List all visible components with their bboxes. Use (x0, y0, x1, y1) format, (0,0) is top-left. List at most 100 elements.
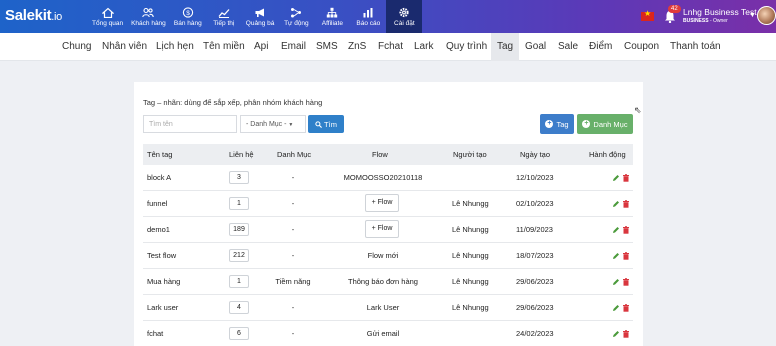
flow-name[interactable]: Gửi email (303, 321, 463, 346)
contact-count[interactable]: 1 (229, 275, 249, 288)
table-row: Lark user 4- Lark User Lê Nhungg 29/06/2023 (143, 295, 633, 321)
nav-item-3[interactable]: $ Bán hàng (170, 0, 206, 33)
trash-icon[interactable] (622, 225, 630, 234)
tab-14[interactable]: Sale (558, 33, 578, 61)
tag-name[interactable]: funnel (147, 191, 167, 216)
tag-name[interactable]: Lark user (147, 295, 178, 320)
tag-category: - (291, 199, 295, 208)
add-flow-button[interactable]: + Flow (365, 194, 399, 212)
flow-name[interactable]: Flow mới (303, 243, 463, 268)
edit-icon[interactable] (612, 174, 620, 182)
nav-item-9[interactable]: Cài đặt (386, 0, 423, 33)
plus-circle-icon: + (582, 120, 591, 128)
tag-name[interactable]: demo1 (147, 217, 170, 242)
dollar-icon: $ (181, 6, 195, 18)
account-name: Lnhg Business Test (683, 7, 757, 17)
contact-count[interactable]: 189 (229, 223, 249, 236)
tab-8[interactable]: ZnS (348, 33, 366, 61)
search-button[interactable]: Tìm (308, 115, 344, 133)
table-row: Mua hàng 1 Tiềm năng Thông báo đơn hàng Lê N… (143, 269, 633, 295)
tab-11[interactable]: Quy trình (446, 33, 487, 61)
created-date: 29/06/2023 (516, 277, 554, 286)
tab-4[interactable]: Tên miền (203, 33, 245, 61)
column-header: Danh Mục (277, 150, 312, 159)
trash-icon[interactable] (622, 173, 630, 182)
tab-15[interactable]: Điểm (589, 33, 612, 61)
edit-icon[interactable] (612, 304, 620, 312)
edit-icon[interactable] (612, 226, 620, 234)
tab-7[interactable]: SMS (316, 33, 338, 61)
edit-icon[interactable] (612, 200, 620, 208)
tab-12[interactable]: Tag (491, 33, 520, 61)
avatar[interactable] (757, 6, 776, 25)
nav-item-7[interactable]: Affiliate (314, 0, 350, 33)
nav-item-6[interactable]: Tự động (278, 0, 314, 33)
tab-9[interactable]: Fchat (378, 33, 403, 61)
flow-name[interactable]: MOMOOSSO20210118 (303, 165, 463, 190)
nav-item-label: Cài đặt (394, 20, 415, 27)
tab-13[interactable]: Goal (525, 33, 546, 61)
tag-name[interactable]: Mua hàng (147, 269, 180, 294)
chart-line-icon (217, 6, 231, 18)
row-actions (612, 295, 630, 320)
trash-icon[interactable] (622, 277, 630, 286)
tab-10[interactable]: Lark (414, 33, 433, 61)
tab-2[interactable]: Nhân viên (102, 33, 147, 61)
created-date: 29/06/2023 (516, 303, 554, 312)
row-actions (612, 217, 630, 242)
tag-name[interactable]: fchat (147, 321, 163, 346)
nav-item-8[interactable]: Báo cáo (350, 0, 386, 33)
vietnam-flag-icon[interactable] (641, 9, 654, 21)
flow-name[interactable]: Thông báo đơn hàng (303, 269, 463, 294)
search-input[interactable]: Tìm tên (143, 115, 237, 133)
nav-item-5[interactable]: Quảng bá (242, 0, 279, 33)
tab-1[interactable]: Chung (62, 33, 91, 61)
trash-icon[interactable] (622, 303, 630, 312)
tab-6[interactable]: Email (281, 33, 306, 61)
page-description: Tag – nhãn: dùng để sắp xếp, phân nhóm k… (143, 98, 323, 107)
contact-count[interactable]: 6 (229, 327, 249, 340)
creator: Lê Nhungg (452, 225, 489, 234)
creator: Lê Nhungg (452, 251, 489, 260)
tag-panel: Tag – nhãn: dùng để sắp xếp, phân nhóm k… (134, 82, 643, 346)
megaphone-icon (253, 6, 267, 18)
chevron-down-icon[interactable]: ▼ (749, 12, 756, 19)
salekit-logo[interactable]: Salekit.io (5, 7, 62, 24)
contact-count[interactable]: 1 (229, 197, 249, 210)
row-actions (612, 269, 630, 294)
trash-icon[interactable] (622, 251, 630, 260)
column-header: Flow (372, 150, 388, 159)
add-flow-button[interactable]: + Flow (365, 220, 399, 238)
add-category-button[interactable]: + Danh Mục (577, 114, 633, 134)
nav-item-1[interactable]: Tổng quan (88, 0, 127, 33)
table-row: Test flow 212- Flow mới Lê Nhungg 18/07/2023 (143, 243, 633, 269)
top-navbar: Salekit.io Tổng quan Khách hàng $ Bán hàng T… (0, 0, 776, 33)
contact-count[interactable]: 3 (229, 171, 249, 184)
nav-item-label: Báo cáo (356, 20, 381, 27)
created-date: 24/02/2023 (516, 329, 554, 338)
add-tag-button[interactable]: + Tag (540, 114, 574, 134)
contact-count[interactable]: 4 (229, 301, 249, 314)
nav-item-label: Tổng quan (92, 20, 124, 27)
column-header: Ngày tạo (520, 150, 551, 159)
flow-name[interactable]: Lark User (303, 295, 463, 320)
settings-tabs: Chung Nhân viên Lịch hẹn Tên miền Api Email SM… (0, 33, 776, 61)
trash-icon[interactable] (622, 329, 630, 338)
edit-icon[interactable] (612, 330, 620, 338)
edit-icon[interactable] (612, 278, 620, 286)
plus-circle-icon: + (545, 120, 554, 128)
tab-3[interactable]: Lịch hẹn (156, 33, 194, 61)
category-select[interactable]: - Danh Mục - ▼ (240, 115, 306, 133)
account-menu[interactable]: Lnhg Business Test BUSINESS - Owner (683, 8, 757, 24)
nav-item-4[interactable]: Tiếp thị (206, 0, 242, 33)
tab-17[interactable]: Thanh toán (670, 33, 721, 61)
nav-item-2[interactable]: Khách hàng (127, 0, 170, 33)
tab-5[interactable]: Api (254, 33, 268, 61)
edit-icon[interactable] (612, 252, 620, 260)
tab-16[interactable]: Coupon (624, 33, 659, 61)
tag-name[interactable]: Test flow (147, 243, 176, 268)
tag-name[interactable]: block A (147, 165, 171, 190)
trash-icon[interactable] (622, 199, 630, 208)
contact-count[interactable]: 212 (229, 249, 249, 262)
automation-icon (289, 6, 303, 18)
